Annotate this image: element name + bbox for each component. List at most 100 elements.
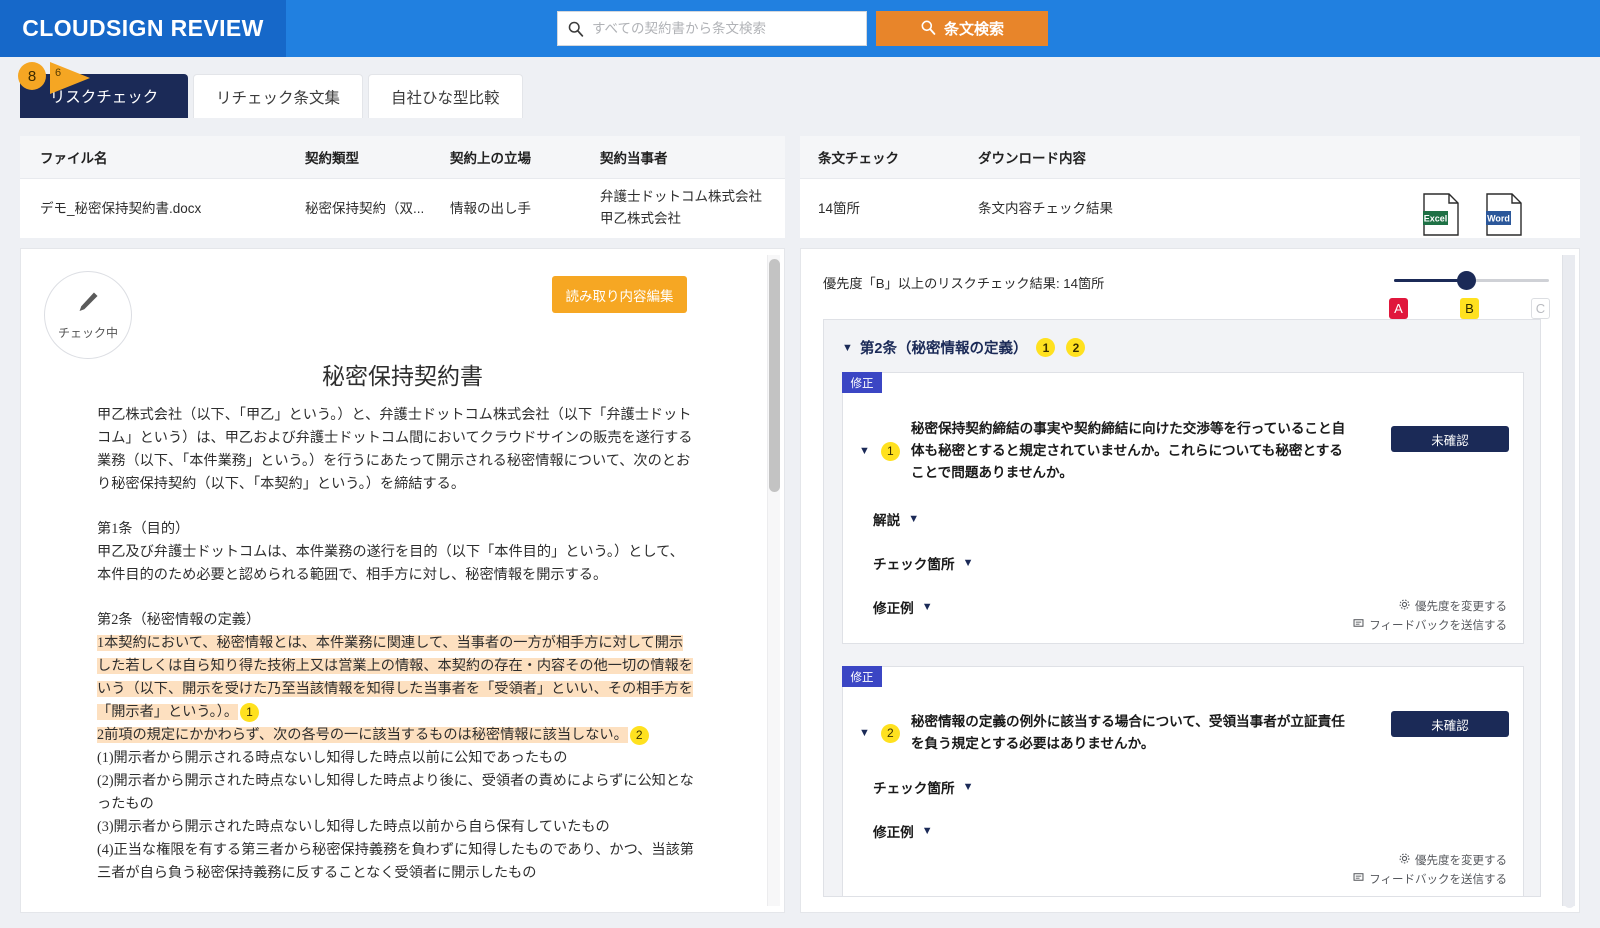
doc-marker-2[interactable]: 2 bbox=[630, 726, 649, 745]
feedback-icon bbox=[1353, 872, 1364, 886]
cell-contract-type: 秘密保持契約（双... bbox=[305, 199, 424, 219]
risk-card-1: 修正 ▼ 1 秘密保持契約締結の事実や契約締結に向けた交渉等を行っていること自体… bbox=[842, 372, 1524, 644]
risk-card-1-change-priority-link[interactable]: 優先度を変更する bbox=[1399, 598, 1507, 614]
contract-info-header-row: ファイル名 契約類型 契約上の立場 契約当事者 bbox=[20, 136, 785, 179]
article-marker-1[interactable]: 1 bbox=[1036, 338, 1055, 357]
article-group-header[interactable]: ▼ 第2条（秘密情報の定義） 1 2 bbox=[842, 337, 1087, 358]
risk-card-2-chevron-icon[interactable]: ▼ bbox=[859, 727, 870, 739]
app-logo[interactable]: CLOUDSIGN REVIEW bbox=[0, 0, 286, 57]
cell-position: 情報の出し手 bbox=[450, 199, 531, 219]
priority-label-c[interactable]: C bbox=[1531, 298, 1550, 319]
chevron-down-icon[interactable]: ▼ bbox=[963, 557, 974, 569]
main-content: ファイル名 契約類型 契約上の立場 契約当事者 デモ_秘密保持契約書.docx … bbox=[0, 118, 1600, 928]
risk-card-1-accordion-example[interactable]: 修正例 ▼ bbox=[873, 597, 933, 617]
pencil-icon bbox=[75, 289, 101, 320]
risk-card-2-accordion-checkpoint[interactable]: チェック箇所 ▼ bbox=[873, 777, 973, 797]
risk-card-2-change-priority-label: 優先度を変更する bbox=[1415, 852, 1507, 868]
col-contract-type: 契約類型 bbox=[305, 147, 359, 167]
risk-card-1-status-button[interactable]: 未確認 bbox=[1391, 426, 1509, 452]
risk-card-2-feedback-link[interactable]: フィードバックを送信する bbox=[1353, 871, 1507, 887]
risk-card-1-accordion-checkpoint-label: チェック箇所 bbox=[873, 553, 955, 573]
doc-paragraph-article-1: 甲乙及び弁護士ドットコムは、本件業務の遂行を目的（以下「本件目的」という。）とし… bbox=[97, 541, 697, 587]
cell-party-1: 弁護士ドットコム株式会社 bbox=[600, 187, 762, 207]
risk-card-1-tag: 修正 bbox=[842, 372, 882, 393]
chevron-down-icon[interactable]: ▼ bbox=[842, 342, 853, 354]
priority-label-b[interactable]: B bbox=[1460, 298, 1479, 319]
search-submit-button[interactable]: 条文検索 bbox=[876, 11, 1048, 46]
doc-paragraph-article-2-2: 2前項の規定にかかわらず、次の各号の一に該当するものは秘密情報に該当しない。2 bbox=[97, 724, 697, 747]
chevron-down-icon[interactable]: ▼ bbox=[922, 601, 933, 613]
excel-file-icon[interactable]: Excel bbox=[1422, 193, 1460, 237]
priority-slider-fill bbox=[1394, 279, 1466, 282]
doc-heading-article-1: 第1条（目的） bbox=[97, 518, 697, 541]
doc-heading-article-2: 第2条（秘密情報の定義） bbox=[97, 609, 697, 632]
article-group-title: 第2条（秘密情報の定義） bbox=[860, 337, 1028, 358]
document-scrollbar[interactable] bbox=[767, 255, 780, 906]
cursor-marker-number: 6 bbox=[55, 67, 61, 79]
search-input[interactable] bbox=[592, 13, 866, 44]
doc-marker-1[interactable]: 1 bbox=[240, 703, 259, 722]
risk-card-1-accordion-explanation[interactable]: 解説 ▼ bbox=[873, 509, 919, 529]
doc-item-1: (1)開示者から開示される時点ないし知得した時点以前に公知であったもの bbox=[97, 747, 697, 770]
check-status-label: チェック中 bbox=[58, 324, 118, 341]
check-download-header-row: 条文チェック ダウンロード内容 bbox=[800, 136, 1580, 179]
risk-card-2-change-priority-link[interactable]: 優先度を変更する bbox=[1399, 852, 1507, 868]
doc-paragraph-intro: 甲乙株式会社（以下、「甲乙」という。）と、弁護士ドットコム株式会社（以下「弁護士… bbox=[97, 404, 697, 496]
contract-info-table: ファイル名 契約類型 契約上の立場 契約当事者 デモ_秘密保持契約書.docx … bbox=[20, 136, 785, 238]
tab-template-compare[interactable]: 自社ひな型比較 bbox=[368, 74, 523, 118]
word-file-icon[interactable]: Word bbox=[1485, 193, 1523, 237]
document-body: 甲乙株式会社（以下、「甲乙」という。）と、弁護士ドットコム株式会社（以下「弁護士… bbox=[97, 404, 697, 885]
risk-card-1-accordion-example-label: 修正例 bbox=[873, 597, 914, 617]
tab-bar: リスクチェック リチェック条文集 自社ひな型比較 bbox=[20, 74, 523, 118]
edit-ocr-content-button[interactable]: 読み取り内容編集 bbox=[552, 276, 687, 313]
risk-card-2-question: 秘密情報の定義の例外に該当する場合について、受領当事者が立証責任を負う規定とする… bbox=[911, 711, 1351, 755]
priority-slider-knob[interactable] bbox=[1457, 271, 1476, 290]
risk-card-1-change-priority-label: 優先度を変更する bbox=[1415, 598, 1507, 614]
article-group-box: ▼ 第2条（秘密情報の定義） 1 2 修正 ▼ 1 秘密保持契約締結の事実や契約… bbox=[823, 319, 1541, 897]
priority-label-a[interactable]: A bbox=[1389, 298, 1408, 319]
risk-card-1-accordion-explanation-label: 解説 bbox=[873, 509, 900, 529]
risk-card-1-accordion-checkpoint[interactable]: チェック箇所 ▼ bbox=[873, 553, 973, 573]
tab-recheck-clauses[interactable]: リチェック条文集 bbox=[193, 74, 363, 118]
check-download-data-row: 14箇所 条文内容チェック結果 Excel Word bbox=[800, 179, 1580, 238]
risk-card-1-feedback-label: フィードバックを送信する bbox=[1369, 617, 1507, 633]
results-scrollbar-thumb[interactable] bbox=[1564, 255, 1575, 908]
article-marker-2[interactable]: 2 bbox=[1066, 338, 1085, 357]
cell-file-name: デモ_秘密保持契約書.docx bbox=[40, 199, 201, 219]
risk-card-2-accordion-checkpoint-label: チェック箇所 bbox=[873, 777, 955, 797]
risk-card-1-question: 秘密保持契約締結の事実や契約締結に向けた交渉等を行っていること自体も秘密とすると… bbox=[911, 418, 1351, 484]
document-scrollbar-thumb[interactable] bbox=[769, 259, 780, 492]
risk-card-1-number: 1 bbox=[881, 442, 900, 461]
chevron-down-icon[interactable]: ▼ bbox=[908, 513, 919, 525]
app-logo-text: CLOUDSIGN REVIEW bbox=[22, 15, 264, 42]
results-scrollbar[interactable] bbox=[1562, 255, 1575, 906]
search-box[interactable] bbox=[557, 11, 867, 46]
priority-slider[interactable]: A B C bbox=[1394, 267, 1549, 317]
document-title: 秘密保持契約書 bbox=[21, 357, 784, 391]
doc-highlight-2[interactable]: 2前項の規定にかかわらず、次の各号の一に該当するものは秘密情報に該当しない。 bbox=[97, 727, 628, 743]
doc-item-3: (3)開示者から開示された時点ないし知得した時点以前から自ら保有していたもの bbox=[97, 816, 697, 839]
check-download-table: 条文チェック ダウンロード内容 14箇所 条文内容チェック結果 Excel bbox=[800, 136, 1580, 238]
doc-item-4: (4)正当な権限を有する第三者から秘密保持義務を負わずに知得したものであり、かつ… bbox=[97, 839, 697, 885]
risk-card-2-accordion-example[interactable]: 修正例 ▼ bbox=[873, 821, 933, 841]
top-header-bar: CLOUDSIGN REVIEW 条文検索 bbox=[0, 0, 1600, 57]
cell-download-content: 条文内容チェック結果 bbox=[978, 199, 1113, 219]
risk-card-2-feedback-label: フィードバックを送信する bbox=[1369, 871, 1507, 887]
risk-card-2-number: 2 bbox=[881, 724, 900, 743]
cell-party-2: 甲乙株式会社 bbox=[600, 209, 681, 229]
contract-info-data-row: デモ_秘密保持契約書.docx 秘密保持契約（双... 情報の出し手 弁護士ドッ… bbox=[20, 179, 785, 238]
risk-card-1-feedback-link[interactable]: フィードバックを送信する bbox=[1353, 617, 1507, 633]
doc-item-2: (2)開示者から開示された時点ないし知得した時点より後に、受領者の責めによらずに… bbox=[97, 770, 697, 816]
gear-icon bbox=[1399, 853, 1410, 867]
search-icon bbox=[558, 20, 592, 37]
chevron-down-icon[interactable]: ▼ bbox=[922, 825, 933, 837]
search-button-icon bbox=[920, 19, 936, 39]
feedback-icon bbox=[1353, 618, 1364, 632]
search-button-label: 条文検索 bbox=[944, 18, 1004, 39]
svg-text:Excel: Excel bbox=[1424, 214, 1448, 224]
risk-card-2-accordion-example-label: 修正例 bbox=[873, 821, 914, 841]
risk-card-2-status-button[interactable]: 未確認 bbox=[1391, 711, 1509, 737]
doc-highlight-1[interactable]: 1本契約において、秘密情報とは、本件業務に関連して、当事者の一方が相手方に対して… bbox=[97, 635, 693, 720]
chevron-down-icon[interactable]: ▼ bbox=[963, 781, 974, 793]
risk-card-1-chevron-icon[interactable]: ▼ bbox=[859, 445, 870, 457]
